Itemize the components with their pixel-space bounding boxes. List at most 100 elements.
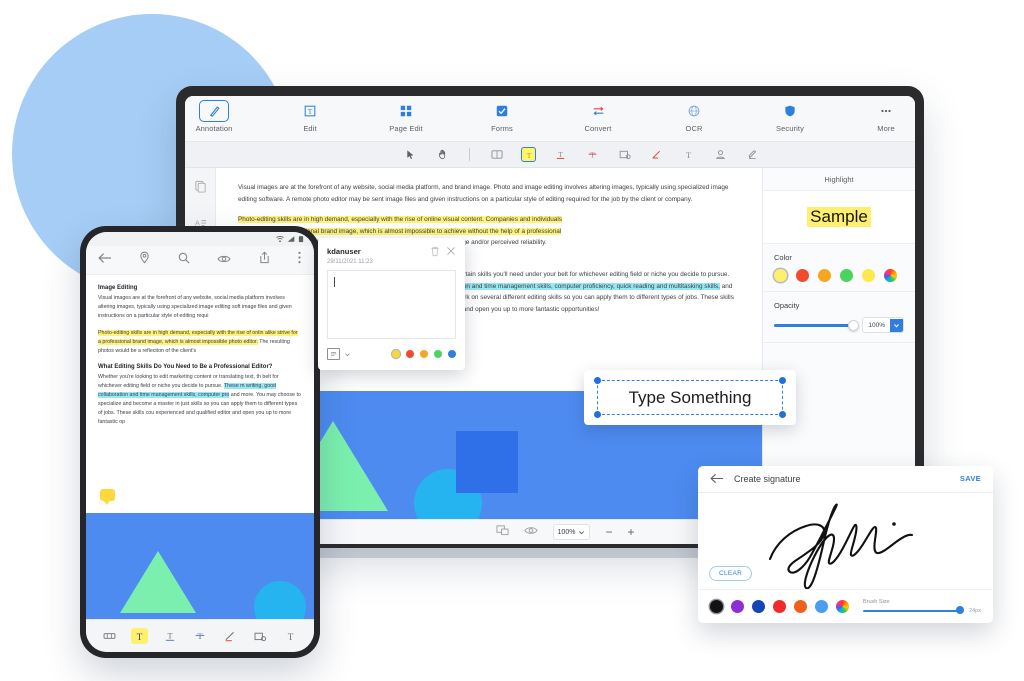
phone-illustration: [86, 513, 314, 619]
brush-size-knob[interactable]: [956, 606, 965, 615]
zoom-level-select[interactable]: 100%: [552, 524, 591, 540]
chevron-down-icon[interactable]: [344, 345, 351, 363]
phone-underline-text-tool[interactable]: T: [161, 628, 178, 644]
comment-color-blue[interactable]: [447, 349, 456, 359]
sample-text: Sample: [807, 207, 871, 227]
share-icon[interactable]: [259, 251, 270, 269]
comment-color-yellow[interactable]: [391, 349, 400, 359]
signature-color-light-blue[interactable]: [815, 599, 828, 613]
phone-document-canvas[interactable]: Image Editing Visual images are at the f…: [86, 275, 314, 619]
select-cursor-tool[interactable]: [403, 147, 418, 162]
highlight-text-tool[interactable]: T: [521, 147, 536, 162]
eye-icon[interactable]: [523, 523, 538, 541]
resize-handle-bottom-right[interactable]: [779, 411, 786, 418]
bookmark-icon[interactable]: [139, 251, 150, 269]
more-vertical-icon[interactable]: [297, 251, 302, 269]
signature-color-red[interactable]: [773, 599, 786, 613]
hand-tool[interactable]: [435, 147, 450, 162]
opacity-value-box[interactable]: 100%: [862, 317, 904, 333]
chevron-down-icon[interactable]: [890, 318, 903, 332]
text-annotation-box[interactable]: Type Something: [584, 370, 796, 425]
close-icon[interactable]: [445, 245, 457, 257]
signature-drawing-canvas[interactable]: CLEAR: [698, 492, 993, 589]
signature-color-orange[interactable]: [794, 599, 807, 613]
ribbon-item-convert[interactable]: Convert: [569, 100, 627, 133]
eraser-tool[interactable]: [745, 147, 760, 162]
svg-text:T: T: [308, 107, 313, 116]
phone-text-tool[interactable]: T: [282, 628, 299, 644]
resize-handle-top-left[interactable]: [594, 377, 601, 384]
underline-text-tool[interactable]: T: [553, 147, 568, 162]
illustration-square: [456, 431, 518, 493]
zoom-out-button[interactable]: −: [605, 526, 612, 538]
comment-color-orange[interactable]: [419, 349, 428, 359]
color-swatch-orange[interactable]: [818, 269, 831, 282]
brush-size-control: Brush Size 24px: [863, 599, 981, 615]
panel-title: Highlight: [763, 168, 915, 191]
opacity-slider[interactable]: [774, 320, 860, 331]
search-icon[interactable]: [178, 251, 190, 269]
ocr-icon: [687, 100, 701, 122]
stamp-tool[interactable]: [713, 147, 728, 162]
comment-popup[interactable]: kdanuser 29/11/2021 11:23: [318, 238, 465, 370]
zoom-value: 100%: [557, 528, 576, 536]
color-section: Color: [763, 244, 915, 292]
phone-pen-tool[interactable]: [222, 628, 239, 644]
doc-paragraph-1: Visual images are at the forefront of an…: [238, 184, 729, 203]
signature-color-custom-rainbow[interactable]: [836, 599, 849, 613]
signature-panel-title: Create signature: [734, 473, 801, 484]
svg-text:T: T: [590, 150, 595, 159]
signature-color-blue[interactable]: [752, 599, 765, 613]
page-thumbnails-icon[interactable]: [194, 180, 207, 198]
save-button[interactable]: SAVE: [960, 474, 981, 483]
resize-handle-top-right[interactable]: [779, 377, 786, 384]
opacity-slider-knob[interactable]: [848, 320, 860, 331]
phone-shape-tool[interactable]: [252, 628, 269, 644]
opacity-value: 100%: [868, 321, 885, 329]
back-arrow-icon[interactable]: [98, 251, 112, 269]
signature-color-black[interactable]: [710, 599, 723, 613]
color-swatch-custom-rainbow[interactable]: [884, 269, 897, 282]
color-label: Color: [774, 253, 792, 262]
pen-tool[interactable]: [649, 147, 664, 162]
back-arrow-icon[interactable]: [710, 473, 724, 484]
page-layout-icon[interactable]: [496, 523, 509, 541]
comment-color-green[interactable]: [433, 349, 442, 359]
phone-strikethrough-text-tool[interactable]: T: [191, 628, 208, 644]
comment-text-input[interactable]: [327, 270, 456, 339]
signature-color-purple[interactable]: [731, 599, 744, 613]
view-eye-icon[interactable]: [217, 251, 231, 269]
ribbon-item-edit[interactable]: T Edit: [281, 100, 339, 133]
create-signature-panel[interactable]: Create signature SAVE CLEAR Brush Size 2…: [698, 466, 993, 623]
shape-tool[interactable]: [617, 147, 632, 162]
brush-size-slider[interactable]: [863, 606, 965, 615]
resize-handle-bottom-left[interactable]: [594, 411, 601, 418]
comment-color-red[interactable]: [405, 349, 414, 359]
strikethrough-text-tool[interactable]: T: [585, 147, 600, 162]
ribbon-item-more[interactable]: More: [857, 100, 915, 133]
ribbon-item-annotation[interactable]: Annotation: [185, 100, 243, 133]
zoom-in-button[interactable]: +: [627, 526, 634, 538]
signal-icon: [287, 236, 295, 242]
color-swatch-green[interactable]: [840, 269, 853, 282]
note-type-icon[interactable]: [327, 348, 340, 360]
annotation-icon: [199, 100, 229, 122]
text-box-tool[interactable]: T: [681, 147, 696, 162]
svg-text:T: T: [558, 150, 563, 159]
phone-comment-marker-badge[interactable]: [100, 489, 115, 505]
phone-highlight-text-tool[interactable]: T: [130, 628, 148, 644]
edit-icon: T: [303, 100, 317, 122]
ribbon-item-page-edit[interactable]: Page Edit: [377, 100, 435, 133]
trash-icon[interactable]: [429, 245, 441, 257]
marker-tool[interactable]: [101, 628, 118, 644]
ribbon-item-forms[interactable]: Forms: [473, 100, 531, 133]
color-swatch-red[interactable]: [796, 269, 809, 282]
phone-screen: Image Editing Visual images are at the f…: [86, 232, 314, 652]
sticky-note-tool[interactable]: [489, 147, 504, 162]
color-swatch-light-yellow[interactable]: [862, 269, 875, 282]
ribbon-item-security[interactable]: Security: [761, 100, 819, 133]
clear-button[interactable]: CLEAR: [709, 565, 753, 581]
ribbon-label: OCR: [685, 124, 703, 133]
ribbon-item-ocr[interactable]: OCR: [665, 100, 723, 133]
color-swatch-yellow[interactable]: [774, 269, 787, 282]
